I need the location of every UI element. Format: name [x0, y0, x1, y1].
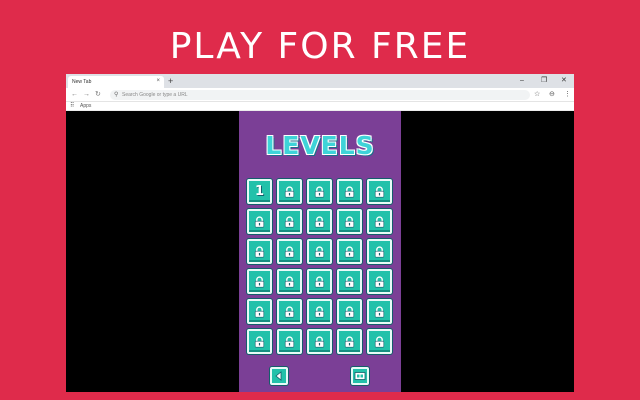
lock-icon [284, 215, 295, 227]
lock-icon [254, 335, 265, 347]
lock-icon [374, 185, 385, 197]
bookmarks-bar: ⠿ Apps [66, 102, 574, 111]
restore-icon[interactable]: ❐ [541, 75, 547, 87]
level-button-locked[interactable] [307, 239, 332, 264]
level-button-locked[interactable] [277, 299, 302, 324]
apps-label[interactable]: Apps [80, 102, 91, 111]
back-button[interactable] [270, 367, 288, 385]
level-button-locked[interactable] [277, 329, 302, 354]
level-button-locked[interactable] [247, 209, 272, 234]
level-button-locked[interactable] [277, 209, 302, 234]
level-button-locked[interactable] [307, 209, 332, 234]
lock-icon [374, 215, 385, 227]
tab-title: New Tab [72, 79, 92, 85]
game-canvas: LEVELS 1 [239, 111, 401, 392]
level-button-locked[interactable] [337, 269, 362, 294]
lock-icon [314, 245, 325, 257]
lock-icon [284, 275, 295, 287]
lock-icon [344, 185, 355, 197]
tab-new-tab[interactable]: New Tab × [68, 76, 164, 88]
level-button-locked[interactable] [277, 269, 302, 294]
level-button-locked[interactable] [307, 329, 332, 354]
shop-icon [354, 372, 366, 380]
level-button-locked[interactable] [337, 329, 362, 354]
lock-icon [284, 335, 295, 347]
level-button-locked[interactable] [277, 179, 302, 204]
page-viewport: LEVELS 1 [66, 111, 574, 392]
level-button-locked[interactable] [367, 239, 392, 264]
lock-icon [344, 305, 355, 317]
lock-icon [254, 245, 265, 257]
lock-icon [374, 305, 385, 317]
minimize-icon[interactable]: – [520, 75, 524, 87]
level-number: 1 [254, 184, 265, 199]
level-grid: 1 [247, 179, 392, 354]
back-arrow-icon [275, 371, 282, 381]
level-button-locked[interactable] [307, 269, 332, 294]
lock-icon [374, 245, 385, 257]
level-button-locked[interactable] [277, 239, 302, 264]
level-button-locked[interactable] [247, 299, 272, 324]
lock-icon [314, 305, 325, 317]
menu-icon[interactable]: ⋮ [564, 90, 571, 100]
level-button-locked[interactable] [367, 209, 392, 234]
lock-icon [284, 185, 295, 197]
level-button-locked[interactable] [367, 269, 392, 294]
lock-icon [314, 215, 325, 227]
close-window-icon[interactable]: ✕ [561, 75, 567, 87]
browser-window: New Tab × + – ❐ ✕ ← → ↻ ⚲ Search Google … [66, 74, 574, 392]
level-button[interactable]: 1 [247, 179, 272, 204]
profile-icon[interactable]: ⊖ [549, 90, 555, 100]
level-button-locked[interactable] [307, 299, 332, 324]
level-button-locked[interactable] [337, 209, 362, 234]
levels-title: LEVELS [265, 131, 375, 160]
tab-close-icon[interactable]: × [156, 78, 160, 84]
back-icon[interactable]: ← [71, 90, 78, 100]
omnibox[interactable]: ⚲ Search Google or type a URL [110, 90, 530, 100]
level-button-locked[interactable] [337, 239, 362, 264]
lock-icon [254, 305, 265, 317]
lock-icon [344, 335, 355, 347]
level-button-locked[interactable] [337, 179, 362, 204]
lock-icon [344, 245, 355, 257]
browser-toolbar: ← → ↻ ⚲ Search Google or type a URL ☆ ⊖ … [66, 88, 574, 102]
lock-icon [284, 245, 295, 257]
lock-icon [254, 275, 265, 287]
level-button-locked[interactable] [307, 179, 332, 204]
lock-icon [314, 185, 325, 197]
bookmark-star-icon[interactable]: ☆ [534, 90, 540, 100]
forward-icon[interactable]: → [83, 90, 90, 100]
omnibox-placeholder: Search Google or type a URL [122, 92, 188, 98]
level-button-locked[interactable] [247, 239, 272, 264]
apps-icon[interactable]: ⠿ [70, 102, 74, 111]
level-button-locked[interactable] [247, 269, 272, 294]
level-button-locked[interactable] [337, 299, 362, 324]
tab-strip: New Tab × + – ❐ ✕ [66, 74, 574, 88]
level-button-locked[interactable] [367, 179, 392, 204]
lock-icon [374, 335, 385, 347]
lock-icon [314, 335, 325, 347]
lock-icon [344, 275, 355, 287]
promo-headline: PLAY FOR FREE [169, 26, 471, 67]
search-icon: ⚲ [114, 92, 119, 98]
reload-icon[interactable]: ↻ [95, 90, 101, 100]
lock-icon [254, 215, 265, 227]
lock-icon [314, 275, 325, 287]
lock-icon [344, 215, 355, 227]
shop-button[interactable] [351, 367, 369, 385]
new-tab-button[interactable]: + [168, 75, 173, 87]
level-button-locked[interactable] [367, 329, 392, 354]
lock-icon [374, 275, 385, 287]
lock-icon [284, 305, 295, 317]
level-button-locked[interactable] [367, 299, 392, 324]
level-button-locked[interactable] [247, 329, 272, 354]
